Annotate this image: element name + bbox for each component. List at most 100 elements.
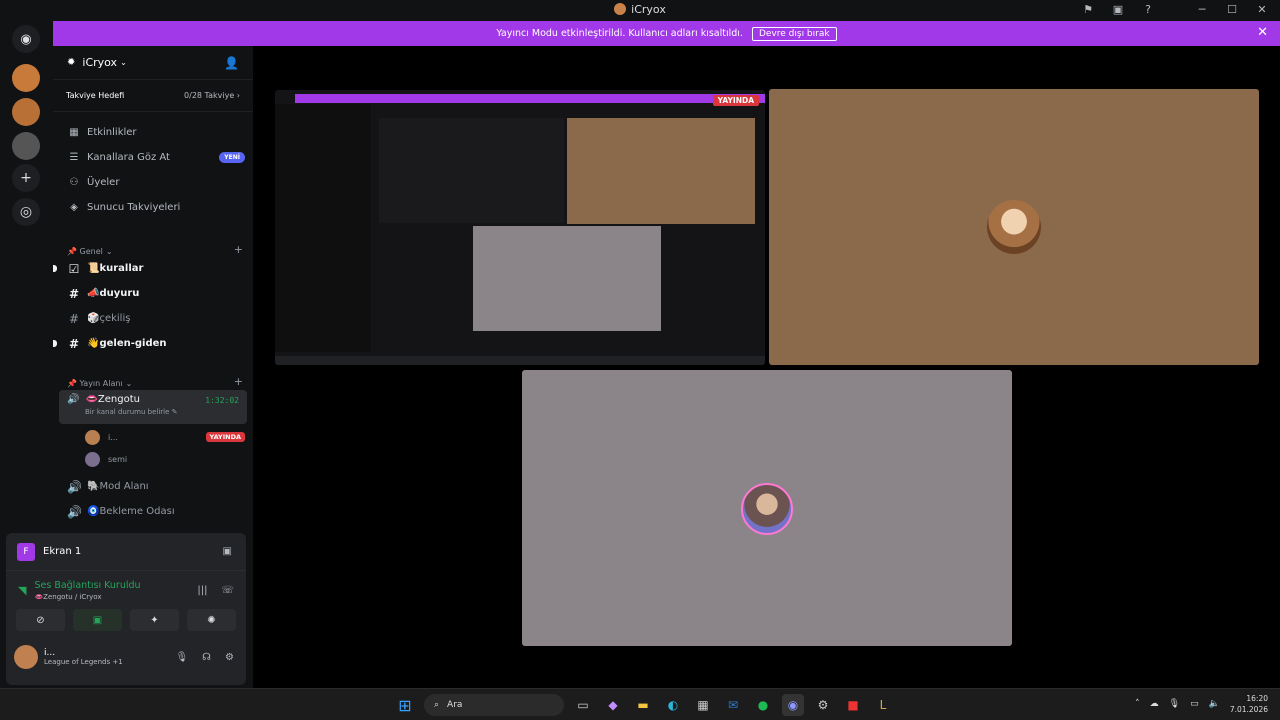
menu-members[interactable]: ⚇ Üyeler (53, 170, 253, 195)
menu-events[interactable]: ▦ Etkinlikler (53, 120, 253, 145)
discord-home-icon[interactable]: ◉ (12, 25, 40, 53)
menu-browse-channels[interactable]: ☰ Kanallara Göz At YENİ (53, 145, 253, 170)
windows-start-icon[interactable]: ⊞ (394, 694, 416, 716)
mic-tray-icon[interactable]: 🎙 (1169, 699, 1180, 709)
task-view-icon[interactable]: ▭ (572, 694, 594, 716)
voice-user[interactable]: i... YAYINDA (53, 426, 253, 448)
file-explorer-icon[interactable]: ▬ (632, 694, 654, 716)
channel-duyuru[interactable]: # 📣duyuru (53, 281, 253, 306)
stream-thumbnail (473, 226, 661, 331)
close-button[interactable]: ✕ (1254, 3, 1270, 16)
channel-name: 👋gelen-giden (87, 338, 167, 349)
category-genel[interactable]: 📌 Genel ⌄ + (53, 236, 253, 256)
voice-connection: ◥ Ses Bağlantısı Kuruldu 👄Zengotu / iCry… (6, 571, 246, 609)
server-icon-1[interactable] (12, 64, 40, 92)
tray-expand-icon[interactable]: ˄ (1135, 699, 1140, 709)
voice-user-name: i... (108, 432, 118, 442)
league-icon[interactable]: L (872, 694, 894, 716)
channel-cekilis[interactable]: # 🎲çekiliş (53, 306, 253, 331)
search-label: Ara (447, 700, 463, 710)
stream-thumbnail (567, 118, 755, 224)
chevron-down-icon: ⌄ (105, 247, 113, 256)
share-screen-button[interactable]: ▣ (73, 609, 122, 631)
screen-share-icon[interactable]: ▣ (1110, 3, 1126, 16)
spotify-icon[interactable]: ● (752, 694, 774, 716)
settings-gear-icon[interactable]: ⚙ (225, 652, 234, 663)
channel-kurallar[interactable]: ☑ 📜kurallar (53, 256, 253, 281)
members-icon: ⚇ (69, 177, 79, 188)
server-gear-icon: ✹ (67, 57, 76, 68)
server-icon-3[interactable] (12, 132, 40, 160)
cloud-icon[interactable]: ☁ (1150, 699, 1159, 709)
clock-time: 16:20 (1246, 694, 1268, 703)
participant-avatar (987, 200, 1041, 254)
disable-streamer-mode-button[interactable]: Devre dışı bırak (751, 27, 837, 41)
banner-close-icon[interactable]: ✕ (1257, 25, 1268, 40)
channel-name: 🧿Bekleme Odası (87, 506, 175, 517)
boost-count: 0/28 Takviye (184, 91, 235, 100)
stream-thumbnail (295, 94, 765, 103)
inbox-icon[interactable]: ⚑ (1080, 3, 1096, 16)
hash-icon: # (68, 311, 80, 326)
current-user[interactable]: i... League of Legends +1 🎙 ☊ ⚙ (6, 637, 246, 677)
disconnect-icon[interactable]: ☏ (221, 585, 234, 596)
edge-icon[interactable]: ◐ (662, 694, 684, 716)
soundboard-button[interactable]: ✺ (187, 609, 236, 631)
search-icon: ⌕ (434, 700, 440, 710)
connection-channel[interactable]: 👄Zengotu / iCryox (34, 593, 140, 601)
help-icon[interactable]: ? (1140, 3, 1156, 16)
stop-share-icon[interactable]: ▣ (223, 546, 232, 557)
copilot-icon[interactable]: ◆ (602, 694, 624, 716)
discord-icon[interactable]: ◉ (782, 694, 804, 716)
banner-message: Yayıncı Modu etkinleştirildi. Kullanıcı … (496, 28, 743, 39)
participant-tile-2[interactable] (522, 370, 1012, 646)
voice-channel-bekleme-odasi[interactable]: 🔊 🧿Bekleme Odası (53, 499, 253, 524)
add-channel-icon[interactable]: + (234, 243, 243, 256)
app-icon[interactable]: ■ (842, 694, 864, 716)
maximize-button[interactable]: ☐ (1224, 3, 1240, 16)
channel-status[interactable]: Bir kanal durumu belirle (85, 408, 169, 416)
camera-off-button[interactable]: ⊘ (16, 609, 65, 631)
participant-avatar (741, 483, 793, 535)
steam-icon[interactable]: ⚙ (812, 694, 834, 716)
outlook-icon[interactable]: ✉ (722, 694, 744, 716)
speaker-icon: 🔊 (67, 504, 82, 519)
minimize-button[interactable]: ─ (1194, 3, 1210, 16)
menu-server-boosts[interactable]: ◈ Sunucu Takviyeleri (53, 195, 253, 220)
mic-icon[interactable]: 🎙 (175, 652, 188, 663)
menu-label: Etkinlikler (87, 127, 137, 138)
category-yayin-alani[interactable]: 📌 Yayın Alanı ⌄ + (53, 368, 253, 388)
server-header[interactable]: ✹ iCryox ⌄ 👤 (53, 46, 253, 80)
avatar (85, 429, 100, 445)
taskbar-search[interactable]: ⌕ Ara (424, 694, 564, 716)
store-icon[interactable]: ▦ (692, 694, 714, 716)
voice-channel-zengotu[interactable]: 🔊 👄Zengotu Bir kanal durumu belirle ✎ 1:3… (59, 390, 247, 424)
title-bar: iCryox ⚑ ▣ ? ─ ☐ ✕ (0, 0, 1280, 21)
participant-tile-1[interactable] (769, 89, 1259, 365)
discover-icon[interactable]: ◎ (12, 198, 40, 226)
stream-tile-screen[interactable]: YAYINDA (275, 90, 765, 365)
server-icon-2[interactable] (12, 98, 40, 126)
activities-button[interactable]: ✦ (130, 609, 179, 631)
screen-share-panel[interactable]: F Ekran 1 ▣ (6, 533, 246, 571)
edit-icon[interactable]: ✎ (172, 408, 178, 416)
channel-gelen-giden[interactable]: # 👋gelen-giden (53, 331, 253, 356)
add-channel-icon[interactable]: + (234, 375, 243, 388)
speaker-tray-icon[interactable]: 🔈 (1209, 699, 1220, 709)
connection-status[interactable]: Ses Bağlantısı Kuruldu (34, 580, 140, 591)
headphones-icon[interactable]: ☊ (202, 652, 211, 663)
voice-user-name: semi (108, 454, 128, 464)
noise-suppression-icon[interactable]: ||| (197, 585, 207, 596)
boost-goal[interactable]: Takviye Hedefi 0/28 Takviye › (53, 80, 253, 112)
category-name: 📌 Genel (67, 247, 103, 256)
voice-user[interactable]: semi (53, 448, 253, 470)
menu-label: Kanallara Göz At (87, 152, 170, 163)
add-server-icon[interactable]: + (12, 164, 40, 192)
voice-channel-mod-alani[interactable]: 🔊 🐘Mod Alanı (53, 474, 253, 499)
menu-label: Üyeler (87, 177, 120, 188)
invite-icon[interactable]: 👤 (224, 56, 239, 70)
clock[interactable]: 16:20 7.01.2026 (1230, 693, 1268, 715)
display-icon[interactable]: ▭ (1190, 699, 1199, 709)
avatar (85, 451, 100, 467)
voice-channel-name: 👄Zengotu (85, 394, 140, 405)
